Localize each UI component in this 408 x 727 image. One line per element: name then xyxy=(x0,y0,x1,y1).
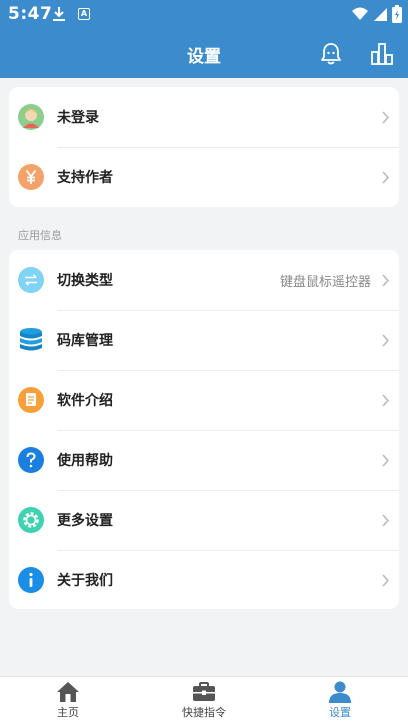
support-author-row[interactable]: 支持作者 xyxy=(9,147,399,207)
chevron-right-icon xyxy=(382,274,390,287)
avatar-icon xyxy=(18,104,44,130)
gear-icon xyxy=(18,507,44,533)
tab-shortcuts-label: 快捷指令 xyxy=(182,706,226,719)
battery-icon xyxy=(392,5,402,23)
toolbox-icon xyxy=(193,682,215,701)
chevron-right-icon xyxy=(382,171,390,184)
chevron-right-icon xyxy=(382,111,390,124)
chevron-right-icon xyxy=(382,574,390,587)
info-icon xyxy=(18,567,44,593)
person-icon xyxy=(329,681,351,703)
status-bar: 5:47 A xyxy=(0,0,408,30)
tab-home[interactable]: 主页 xyxy=(28,681,108,727)
tab-settings-label: 设置 xyxy=(329,706,351,719)
signal-icon xyxy=(374,8,387,21)
chevron-right-icon xyxy=(382,334,390,347)
more-settings-row[interactable]: 更多设置 xyxy=(9,490,399,550)
tab-home-label: 主页 xyxy=(57,706,79,719)
app-info-card: 切换类型 键盘鼠标遥控器 码库管理 软件介绍 使用帮助 更多设置 关于我们 xyxy=(9,250,399,609)
chevron-right-icon xyxy=(382,454,390,467)
support-author-label: 支持作者 xyxy=(57,170,113,186)
software-intro-label: 软件介绍 xyxy=(57,393,113,409)
code-library-label: 码库管理 xyxy=(57,333,113,349)
status-time: 5:47 xyxy=(8,4,53,24)
bell-icon[interactable] xyxy=(318,41,344,67)
database-icon xyxy=(20,328,42,351)
about-us-row[interactable]: 关于我们 xyxy=(9,550,399,610)
home-icon xyxy=(57,682,79,702)
tab-settings[interactable]: 设置 xyxy=(300,681,380,727)
about-us-label: 关于我们 xyxy=(57,573,113,589)
login-row[interactable]: 未登录 xyxy=(9,87,399,147)
more-settings-label: 更多设置 xyxy=(57,513,113,529)
page-title: 设置 xyxy=(187,47,221,67)
app-header: 设置 xyxy=(0,30,408,78)
switch-arrows-icon xyxy=(18,267,44,293)
help-icon xyxy=(18,447,44,473)
chevron-right-icon xyxy=(382,514,390,527)
login-label: 未登录 xyxy=(57,110,99,126)
account-card: 未登录 支持作者 xyxy=(9,87,399,207)
yuan-icon xyxy=(18,164,44,190)
usage-help-row[interactable]: 使用帮助 xyxy=(9,430,399,490)
code-library-row[interactable]: 码库管理 xyxy=(9,310,399,370)
switch-type-row[interactable]: 切换类型 键盘鼠标遥控器 xyxy=(9,250,399,310)
app-notification-icon: A xyxy=(78,8,90,20)
document-icon xyxy=(18,387,44,413)
bar-chart-icon[interactable] xyxy=(369,41,395,67)
bottom-tab-bar: 主页 快捷指令 设置 xyxy=(0,676,408,727)
switch-type-value: 键盘鼠标遥控器 xyxy=(279,275,371,290)
switch-type-label: 切换类型 xyxy=(57,273,113,289)
tab-shortcuts[interactable]: 快捷指令 xyxy=(164,681,244,727)
wifi-icon xyxy=(352,7,368,20)
chevron-right-icon xyxy=(382,394,390,407)
usage-help-label: 使用帮助 xyxy=(57,453,113,469)
download-icon xyxy=(53,7,65,21)
section-title-app-info: 应用信息 xyxy=(18,229,62,242)
software-intro-row[interactable]: 软件介绍 xyxy=(9,370,399,430)
